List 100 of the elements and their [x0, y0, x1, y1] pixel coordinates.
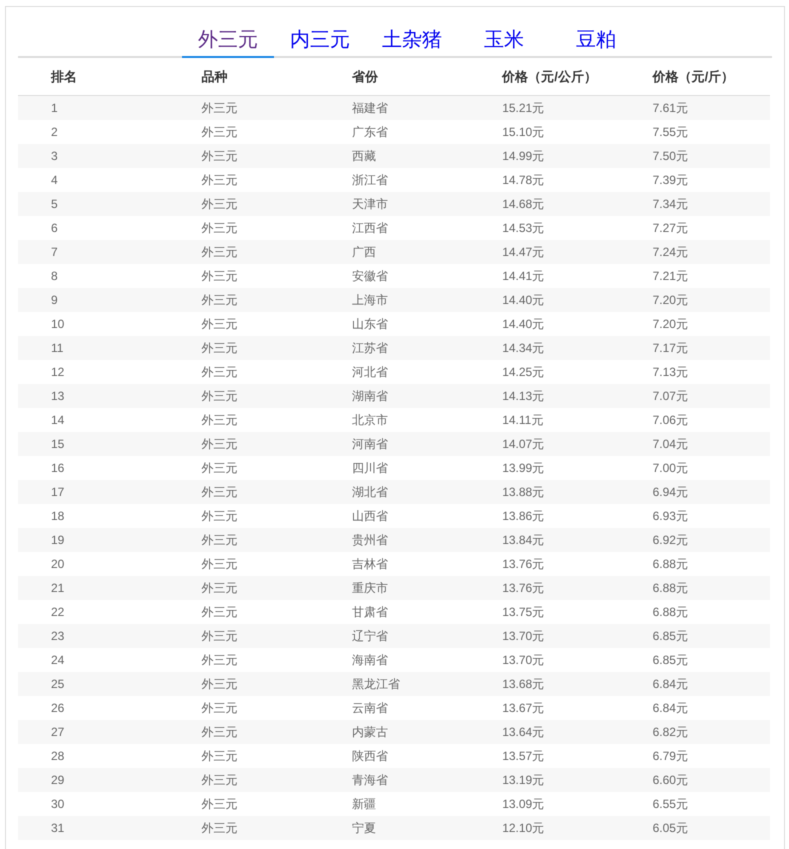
table-cell-text: 13.68元 — [501, 676, 546, 693]
table-cell-text: 外三元 — [200, 676, 238, 693]
table-cell-text: 江西省 — [350, 220, 389, 237]
table-cell-text: 宁夏 — [350, 820, 377, 837]
table-cell-text: 7.34元 — [652, 196, 689, 213]
table-cell-text: 湖北省 — [350, 484, 389, 501]
table-cell-text: 7.20元 — [652, 292, 689, 309]
table-cell-text: 云南省 — [350, 700, 389, 717]
table-cell-text: 7.27元 — [652, 220, 689, 237]
table-cell-text: 17 — [50, 484, 66, 501]
tab[interactable]: 外三元 — [182, 24, 274, 58]
table-cell-text: 外三元 — [200, 220, 238, 237]
table-cell-text: 13 — [50, 388, 66, 405]
column-header: 省份 — [350, 68, 379, 86]
table-cell-text: 天津市 — [350, 196, 389, 213]
table-cell-text: 4 — [50, 172, 59, 189]
table-cell-text: 14.53元 — [501, 220, 546, 237]
table-cell-text: 28 — [50, 748, 66, 765]
table-cell-text: 外三元 — [200, 508, 238, 525]
table-cell-text: 15 — [50, 436, 66, 453]
table-cell-text: 13.75元 — [501, 604, 546, 621]
table-cell-text: 14.68元 — [501, 196, 546, 213]
table-cell-text: 16 — [50, 460, 66, 477]
table-cell-text: 陕西省 — [350, 748, 389, 765]
table-cell-text: 6.84元 — [652, 676, 689, 693]
table-cell-text: 31 — [50, 820, 66, 837]
table-cell-text: 13.57元 — [501, 748, 546, 765]
table-cell-text: 外三元 — [200, 748, 238, 765]
table-cell-text: 14.13元 — [501, 388, 546, 405]
table-cell-text: 外三元 — [200, 316, 238, 333]
table-cell-text: 辽宁省 — [350, 628, 389, 645]
table-cell-text: 9 — [50, 292, 59, 309]
table-cell-text: 6.79元 — [652, 748, 689, 765]
table-cell-text: 外三元 — [200, 820, 238, 837]
table-cell-text: 6.85元 — [652, 628, 689, 645]
table-cell-text: 6.93元 — [652, 508, 689, 525]
table-cell-text: 外三元 — [200, 580, 238, 597]
table-cell-text: 7.39元 — [652, 172, 689, 189]
table-cell-text: 外三元 — [200, 388, 238, 405]
table-cell-text: 外三元 — [200, 244, 238, 261]
table-cell-text: 6.88元 — [652, 604, 689, 621]
table-cell-text: 14.40元 — [501, 316, 546, 333]
table-cell-text: 14.11元 — [501, 412, 544, 429]
table-cell-text: 13.67元 — [501, 700, 546, 717]
table-cell-text: 7.24元 — [652, 244, 689, 261]
table-cell-text: 河北省 — [350, 364, 389, 381]
table-cell-text: 北京市 — [350, 412, 389, 429]
column-header: 排名 — [50, 68, 78, 86]
table-cell-text: 重庆市 — [350, 580, 389, 597]
table-cell-text: 福建省 — [350, 100, 389, 117]
table-cell-text: 外三元 — [200, 556, 238, 573]
tab[interactable]: 土杂猪 — [366, 24, 458, 58]
table-cell-text: 外三元 — [200, 340, 238, 357]
table-cell-text: 6.92元 — [652, 532, 689, 549]
table-cell-text: 外三元 — [200, 460, 238, 477]
table-cell-text: 6.60元 — [652, 772, 689, 789]
table-cell-text: 2 — [50, 124, 59, 141]
table-cell-text: 外三元 — [200, 412, 238, 429]
column-header: 价格（元/斤） — [651, 68, 736, 86]
table-cell-text: 外三元 — [200, 364, 238, 381]
column-header: 品种 — [200, 68, 228, 86]
table-cell-text: 7 — [50, 244, 59, 261]
table-cell-text: 6 — [50, 220, 59, 237]
table-cell-text: 27 — [50, 724, 66, 741]
table-cell-text: 8 — [50, 268, 59, 285]
table-cell-text: 26 — [50, 700, 66, 717]
table-cell-text: 7.17元 — [652, 340, 689, 357]
table-cell-text: 14.40元 — [501, 292, 546, 309]
table-cell-text: 7.00元 — [652, 460, 689, 477]
tab[interactable]: 内三元 — [274, 24, 366, 58]
table-cell-text: 22 — [50, 604, 66, 621]
table-cell-text: 外三元 — [200, 604, 238, 621]
table-cell-text: 13.64元 — [501, 724, 546, 741]
table-cell-text: 13.86元 — [501, 508, 546, 525]
table-cell-text: 湖南省 — [350, 388, 389, 405]
table-cell-text: 6.94元 — [652, 484, 689, 501]
table-cell-text: 14.25元 — [501, 364, 546, 381]
table-cell-text: 黑龙江省 — [350, 676, 401, 693]
table-cell-text: 四川省 — [350, 460, 389, 477]
table-cell-text: 23 — [50, 628, 66, 645]
table-cell-text: 外三元 — [200, 196, 238, 213]
table-cell-text: 安徽省 — [350, 268, 389, 285]
table-cell-text: 吉林省 — [350, 556, 389, 573]
table-cell-text: 13.09元 — [501, 796, 546, 813]
table-cell-text: 6.84元 — [652, 700, 689, 717]
tab[interactable]: 玉米 — [458, 24, 550, 58]
table-cell-text: 外三元 — [200, 100, 238, 117]
table-cell-text: 3 — [50, 148, 59, 165]
table-cell-text: 新疆 — [350, 796, 377, 813]
table-cell-text: 13.99元 — [501, 460, 546, 477]
table-cell-text: 7.13元 — [652, 364, 689, 381]
table-cell-text: 10 — [50, 316, 66, 333]
tab[interactable]: 豆粕 — [550, 24, 642, 58]
table-cell-text: 外三元 — [200, 124, 238, 141]
table-cell-text: 外三元 — [200, 268, 238, 285]
table-cell-text: 7.04元 — [652, 436, 689, 453]
table-cell-text: 14.47元 — [501, 244, 546, 261]
table-cell-text: 7.07元 — [652, 388, 689, 405]
table-cell-text: 13.70元 — [501, 628, 546, 645]
table-cell-text: 13.19元 — [501, 772, 546, 789]
